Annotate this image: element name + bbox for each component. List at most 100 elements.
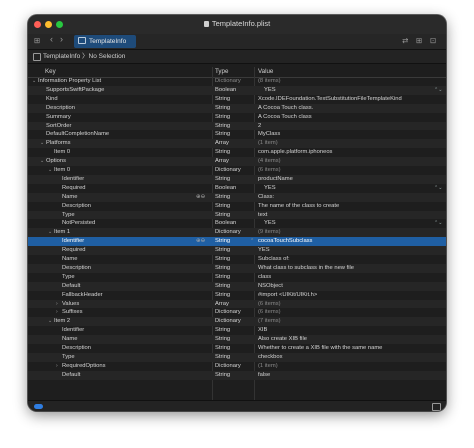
row-type[interactable]: Dictionary bbox=[215, 166, 241, 175]
table-row[interactable]: Name String Also create XIB file bbox=[28, 335, 446, 344]
row-key[interactable]: FallbackHeader bbox=[62, 291, 103, 300]
row-value[interactable]: The name of the class to create bbox=[258, 202, 339, 211]
row-value[interactable]: YES bbox=[258, 246, 270, 255]
row-type[interactable]: String bbox=[215, 237, 230, 246]
row-type[interactable]: String bbox=[215, 371, 230, 380]
table-row[interactable]: ⌄ Item 2 Dictionary (7 items) bbox=[28, 317, 446, 327]
row-key[interactable]: Required bbox=[62, 184, 86, 193]
row-key[interactable]: Options bbox=[46, 157, 66, 166]
row-type[interactable]: Array bbox=[215, 139, 229, 148]
row-key[interactable]: RequiredOptions bbox=[62, 362, 106, 371]
split-editor-icon[interactable]: ⊞ bbox=[416, 36, 422, 46]
row-type[interactable]: String bbox=[215, 95, 230, 104]
row-type[interactable]: String bbox=[215, 211, 230, 220]
row-value[interactable]: Whether to create a XIB file with the sa… bbox=[258, 344, 382, 353]
disclosure-collapsed-icon[interactable]: › bbox=[56, 300, 58, 309]
row-type[interactable]: String bbox=[215, 273, 230, 282]
row-type[interactable]: String bbox=[215, 202, 230, 211]
row-type[interactable]: String bbox=[215, 246, 230, 255]
table-row[interactable]: Type String class bbox=[28, 273, 446, 282]
row-type[interactable]: String bbox=[215, 130, 230, 139]
row-value[interactable]: (7 items) bbox=[258, 317, 281, 326]
table-row[interactable]: Identifier String productName bbox=[28, 174, 446, 184]
row-value[interactable]: (6 items) bbox=[258, 166, 281, 175]
table-row[interactable]: FallbackHeader String #import <UIKit/UIKit… bbox=[28, 291, 446, 300]
row-type[interactable]: Dictionary bbox=[215, 228, 241, 237]
row-key[interactable]: Identifier bbox=[62, 175, 84, 184]
row-value[interactable]: 2 bbox=[258, 122, 261, 131]
inspector-icon[interactable]: ⊡ bbox=[430, 36, 436, 46]
row-value[interactable]: (1 item) bbox=[258, 362, 278, 371]
row-key[interactable]: Description bbox=[46, 104, 75, 113]
table-row[interactable]: Name String Subclass of: bbox=[28, 255, 446, 264]
row-type[interactable]: Boolean bbox=[215, 184, 236, 193]
grid-icon[interactable]: ⊞ bbox=[34, 36, 40, 46]
table-row[interactable]: Identifier String XIB bbox=[28, 326, 446, 335]
row-key[interactable]: Item 1 bbox=[54, 228, 70, 237]
row-key[interactable]: Suffixes bbox=[62, 308, 83, 317]
back-icon[interactable]: ‹ bbox=[50, 34, 53, 44]
table-row[interactable]: Default String NSObject bbox=[28, 281, 446, 291]
value-column-header[interactable]: Value bbox=[258, 68, 273, 75]
row-value[interactable]: A Cocoa Touch class bbox=[258, 113, 312, 122]
row-type[interactable]: String bbox=[215, 344, 230, 353]
row-type[interactable]: Array bbox=[215, 157, 229, 166]
related-items-icon[interactable] bbox=[33, 53, 41, 61]
row-type[interactable]: String bbox=[215, 291, 230, 300]
table-row[interactable]: Description String The name of the class t… bbox=[28, 202, 446, 211]
row-value[interactable]: cocoaTouchSubclass bbox=[258, 237, 312, 246]
row-value[interactable]: (9 items) bbox=[258, 228, 281, 237]
table-row[interactable]: SortOrder String 2 bbox=[28, 121, 446, 131]
row-type[interactable]: String bbox=[215, 113, 230, 122]
row-value[interactable]: #import <UIKit/UIKit.h> bbox=[258, 291, 317, 300]
forward-icon[interactable]: › bbox=[60, 34, 63, 44]
table-row[interactable]: ⌄ Options Array (4 items) bbox=[28, 157, 446, 166]
row-key[interactable]: Kind bbox=[46, 95, 58, 104]
toggle-switch[interactable] bbox=[34, 404, 43, 409]
row-type[interactable]: Array bbox=[215, 300, 229, 309]
table-row[interactable]: Required String YES bbox=[28, 246, 446, 255]
panel-icon[interactable] bbox=[432, 403, 441, 411]
row-type[interactable]: String bbox=[215, 326, 230, 335]
row-key[interactable]: Description bbox=[62, 344, 91, 353]
breadcrumb[interactable]: TemplateInfo 〉No Selection bbox=[43, 50, 125, 63]
row-key[interactable]: Default bbox=[62, 371, 80, 380]
disclosure-expanded-icon[interactable]: ⌄ bbox=[48, 166, 52, 175]
row-key[interactable]: Identifier bbox=[62, 237, 84, 246]
disclosure-expanded-icon[interactable]: ⌄ bbox=[40, 157, 44, 166]
table-row[interactable]: Default String false bbox=[28, 370, 446, 380]
row-type[interactable]: String bbox=[215, 255, 230, 264]
row-value[interactable]: Xcode.IDEFoundation.TextSubstitutionFile… bbox=[258, 95, 402, 104]
row-type[interactable]: String bbox=[215, 264, 230, 273]
row-key[interactable]: Identifier bbox=[62, 326, 84, 335]
row-key[interactable]: Values bbox=[62, 300, 79, 309]
table-row[interactable]: Description String What class to subclass … bbox=[28, 263, 446, 273]
row-type[interactable]: Dictionary bbox=[215, 308, 241, 317]
disclosure-expanded-icon[interactable]: ⌄ bbox=[48, 317, 52, 326]
row-value[interactable]: (8 items) bbox=[258, 77, 281, 86]
row-value[interactable]: YES bbox=[264, 219, 276, 228]
disclosure-collapsed-icon[interactable]: › bbox=[56, 308, 58, 317]
disclosure-expanded-icon[interactable]: ⌄ bbox=[40, 139, 44, 148]
row-key[interactable]: Name bbox=[62, 335, 77, 344]
row-value[interactable]: XIB bbox=[258, 326, 267, 335]
tab-templateinfo[interactable]: TemplateInfo bbox=[74, 35, 136, 48]
row-key[interactable]: SupportsSwiftPackage bbox=[46, 86, 104, 95]
swap-icon[interactable]: ⇄ bbox=[402, 36, 408, 46]
row-type[interactable]: Dictionary bbox=[215, 317, 241, 326]
row-type[interactable]: String bbox=[215, 148, 230, 157]
table-row[interactable]: ⌄ Item 0 Dictionary (6 items) bbox=[28, 166, 446, 175]
row-value[interactable]: com.apple.platform.iphoneos bbox=[258, 148, 332, 157]
key-column-header[interactable]: Key bbox=[45, 68, 56, 75]
boolean-stepper-icon[interactable]: ⌃⌄ bbox=[434, 219, 442, 228]
row-type[interactable]: Dictionary bbox=[215, 77, 241, 86]
row-value[interactable]: class bbox=[258, 273, 271, 282]
row-key[interactable]: Item 2 bbox=[54, 317, 70, 326]
table-row[interactable]: ⌄ Information Property List Dictionary (8 i… bbox=[28, 77, 446, 86]
row-key[interactable]: Type bbox=[62, 273, 75, 282]
row-key[interactable]: Item 0 bbox=[54, 148, 70, 157]
row-key[interactable]: NotPersisted bbox=[62, 219, 95, 228]
row-value[interactable]: A Cocoa Touch class. bbox=[258, 104, 313, 113]
table-row[interactable]: Item 0 String com.apple.platform.iphoneos bbox=[28, 148, 446, 157]
row-key[interactable]: Default bbox=[62, 282, 80, 291]
